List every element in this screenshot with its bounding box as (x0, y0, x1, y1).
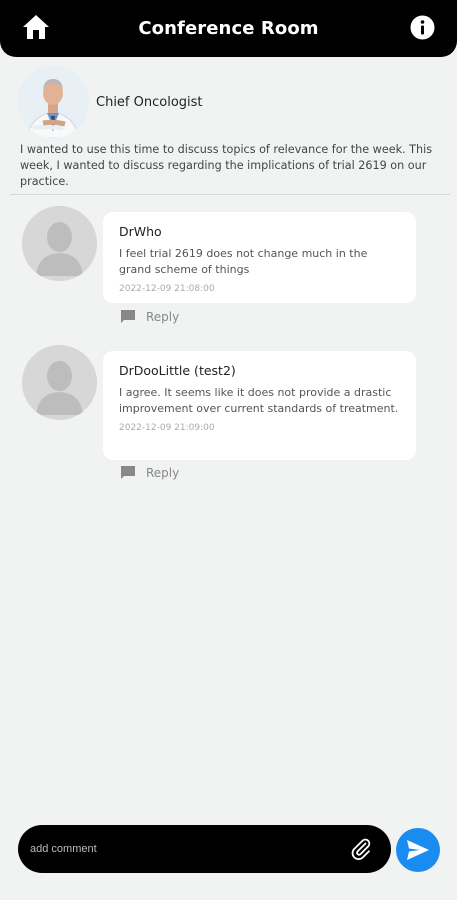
paperclip-icon[interactable] (349, 837, 373, 861)
info-icon[interactable] (410, 15, 435, 40)
comment-bubble: DrWho I feel trial 2619 does not change … (103, 212, 416, 303)
post-author-name: Chief Oncologist (96, 95, 203, 110)
send-icon (407, 840, 429, 860)
comment-author: DrWho (119, 224, 162, 239)
chat-bubble-icon (121, 310, 135, 323)
divider (10, 194, 450, 195)
reply-button[interactable]: Reply (120, 309, 179, 324)
author-avatar (17, 66, 89, 138)
home-icon[interactable] (22, 14, 50, 40)
reply-button[interactable]: Reply (120, 465, 179, 480)
comment-composer (18, 825, 391, 873)
comment-timestamp: 2022-12-09 21:08:00 (119, 284, 215, 294)
user-avatar (22, 345, 97, 420)
comment-text: I agree. It seems like it does not provi… (119, 386, 399, 415)
page-title: Conference Room (138, 18, 319, 39)
user-avatar (22, 206, 97, 281)
chat-bubble-icon (121, 466, 135, 479)
comment-input[interactable] (30, 837, 340, 861)
app-header: Conference Room (0, 0, 457, 57)
comment-bubble: DrDooLittle (test2) I agree. It seems li… (103, 351, 416, 460)
comment-timestamp: 2022-12-09 21:09:00 (119, 423, 215, 433)
reply-label: Reply (146, 309, 180, 324)
comment-text: I feel trial 2619 does not change much i… (119, 247, 368, 276)
post-body-text: I wanted to use this time to discuss top… (20, 143, 433, 188)
send-button[interactable] (396, 828, 440, 872)
reply-label: Reply (146, 465, 180, 480)
comment-author: DrDooLittle (test2) (119, 363, 236, 378)
